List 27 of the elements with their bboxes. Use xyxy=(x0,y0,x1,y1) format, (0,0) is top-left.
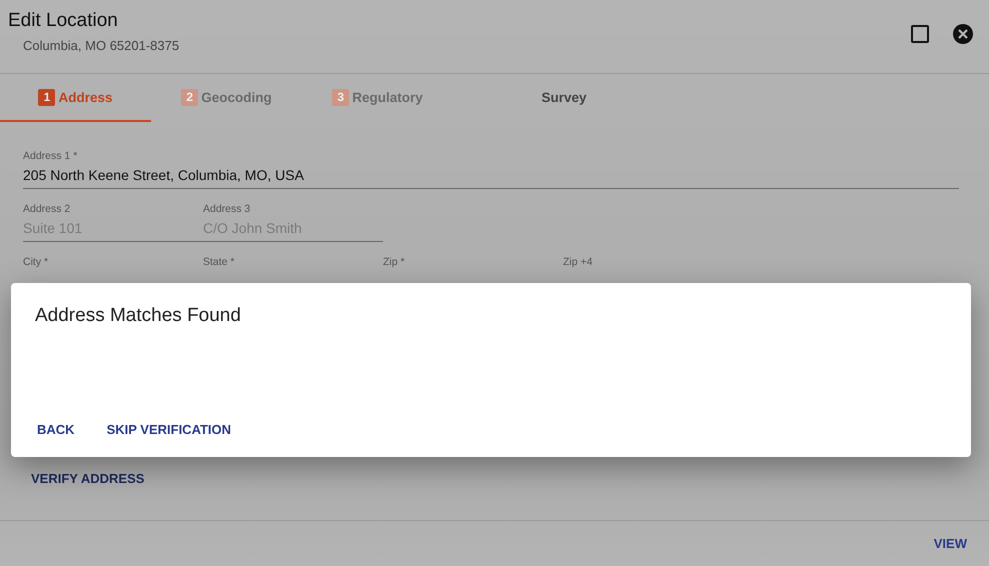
close-icon[interactable] xyxy=(953,24,973,44)
input-field[interactable]: Address 1 * 205 North Keene Street, Columbia, MO, USA xyxy=(23,150,959,189)
step-number: 2 xyxy=(181,88,198,106)
input-field[interactable]: Zip +4 xyxy=(563,256,743,273)
input-field[interactable]: Zip * xyxy=(383,256,563,273)
skip-verification-button[interactable]: SKIP VERIFICATION xyxy=(104,418,234,441)
field-label: Address 2 xyxy=(23,203,72,215)
maximize-icon[interactable] xyxy=(911,25,929,43)
step-tab[interactable]: 1 Address xyxy=(0,74,151,122)
step-tab[interactable]: Survey xyxy=(478,74,650,122)
input-field[interactable]: State * xyxy=(203,256,383,273)
verify-address-button[interactable]: VERIFY ADDRESS xyxy=(23,471,152,486)
field-label: Zip +4 xyxy=(563,256,594,268)
window-title: Edit Location xyxy=(8,10,119,32)
view-button[interactable]: VIEW xyxy=(932,532,969,555)
dialog-title: Address Matches Found xyxy=(35,305,242,327)
field-label: Address 3 xyxy=(203,203,252,215)
back-button[interactable]: BACK xyxy=(35,418,77,441)
step-number: 1 xyxy=(38,88,56,106)
field-label: Address 1 * xyxy=(23,150,78,162)
field-label: State * xyxy=(203,256,236,268)
field-label: Zip * xyxy=(383,256,406,268)
window-subtitle: Columbia, MO 65201-8375 xyxy=(23,38,180,53)
field-label: City * xyxy=(23,256,50,268)
step-number: 3 xyxy=(332,88,350,106)
input-field[interactable]: City * xyxy=(23,256,203,273)
field-value: 205 North Keene Street, Columbia, MO, USA xyxy=(23,167,305,183)
